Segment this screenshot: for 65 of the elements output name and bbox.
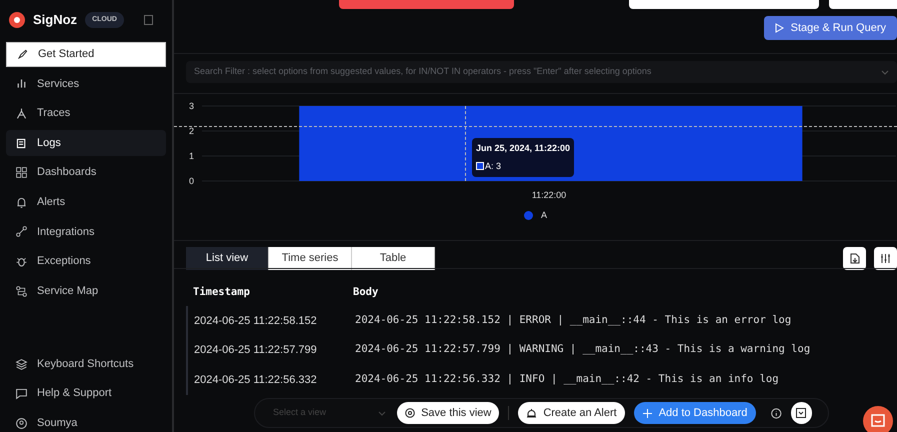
y-axis-label: 0 [188,176,194,186]
play-icon [774,23,784,33]
timestamp-cell-text: 2024-06-25 11:22:56.332 [194,372,318,388]
sidebar-item[interactable]: Traces [6,100,166,126]
plus-icon [642,408,652,418]
sliders-icon [880,253,891,264]
sidebar-item[interactable]: Keyboard Shortcuts [6,351,166,377]
bar-chart-icon [15,77,28,90]
chat-icon [15,387,28,400]
sidebar-item[interactable]: Integrations [6,219,166,245]
create-alert-button[interactable]: Create an Alert [518,402,625,424]
y-axis-label: 3 [188,101,194,111]
bell-icon [15,196,28,209]
timestamp-cell-text: 2024-06-25 11:22:57.799 [194,343,318,358]
timestamp-cell-text: 2024-06-25 11:22:58.152 [194,314,318,328]
download-button[interactable] [843,247,866,270]
bell-icon [526,408,538,418]
save-view-button[interactable]: Save this view [397,402,500,424]
log-body-cell-text: 2024-06-25 11:22:56.332 | INFO | __main__::42 - This is an info log [355,372,779,387]
tooltip-title: Jun 25, 2024, 11:22:00 [476,142,570,155]
grid-icon [15,166,28,180]
sidebar-item[interactable]: Soumya [6,410,166,432]
series-swatch [476,162,484,170]
column-header: Body [353,285,378,299]
sidebar-item[interactable]: Get Started [6,42,166,68]
view-tab[interactable]: Table [352,247,435,270]
time-range-field[interactable] [629,0,819,9]
tooltip-value: A: 3 [485,160,502,172]
sidebar-item[interactable]: Service Map [6,278,166,304]
sidebar-item[interactable]: Exceptions [6,248,166,274]
log-body-cell-text: 2024-06-25 11:22:57.799 | WARNING | __main__::43 - This is a warning log [355,342,810,358]
view-tab[interactable]: List view [186,247,269,270]
legend-label: A [541,209,548,222]
export-button[interactable] [790,402,812,424]
plug-icon [15,225,28,238]
sidebar-item[interactable]: Help & Support [6,380,166,406]
traces-icon [15,106,28,120]
settings-button[interactable] [874,247,897,270]
x-axis-label: 11:22:00 [532,190,566,200]
sidebar-item[interactable]: Logs [6,130,166,156]
add-to-dashboard-button[interactable]: Add to Dashboard [634,402,756,424]
switch-explorer-button[interactable] [339,0,514,9]
y-axis-label: 1 [188,151,194,161]
route-icon [15,284,28,298]
view-tab[interactable]: Time series [269,247,352,270]
document-icon [15,136,28,150]
disk-icon [405,408,416,418]
user-icon [15,416,28,430]
chat-launcher-icon[interactable] [863,406,893,432]
y-axis-label: 2 [188,126,194,136]
sidebar-toggle-icon[interactable] [144,14,153,25]
chevron-down-icon [378,410,386,416]
logo-icon [9,12,25,28]
panel-icon [796,408,806,418]
layers-icon [15,358,28,371]
info-icon[interactable] [771,408,782,418]
log-body-cell-text: 2024-06-25 11:22:58.152 | ERROR | __main__::44 - This is an error log [355,312,792,328]
stage-run-query-button[interactable]: Stage & Run Query [764,16,897,40]
brand-name: SigNoz [33,11,78,29]
sidebar-item[interactable]: Dashboards [6,160,166,186]
file-download-icon [850,253,860,264]
chevron-down-icon [881,70,889,74]
sidebar-item[interactable]: Alerts [6,189,166,216]
sidebar-item[interactable]: Services [6,71,166,97]
column-header: Timestamp [192,285,251,299]
